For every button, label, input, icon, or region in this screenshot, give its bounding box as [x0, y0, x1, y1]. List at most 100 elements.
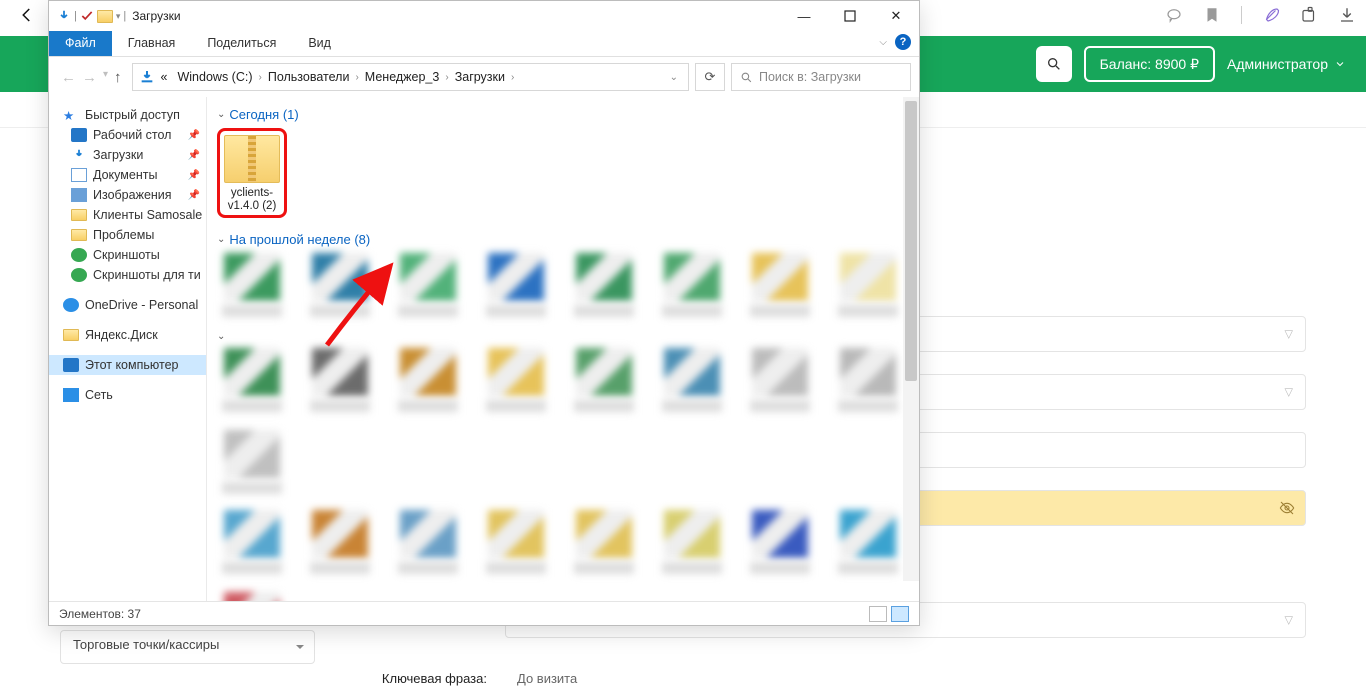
tab-share[interactable]: Поделиться [191, 31, 292, 56]
blurred-file[interactable] [217, 430, 287, 494]
nav-recent-icon[interactable]: ▾ [103, 69, 108, 86]
file-caption: yclients-v1.4.0 (2) [224, 187, 280, 213]
tab-file[interactable]: Файл [49, 31, 112, 56]
minimize-button[interactable]: — [781, 1, 827, 31]
file-zip-highlighted[interactable]: yclients-v1.4.0 (2) [217, 128, 287, 218]
nav-pictures[interactable]: Изображения📌 [49, 185, 206, 205]
close-button[interactable]: ✕ [873, 1, 919, 31]
blurred-file[interactable] [217, 253, 287, 317]
crumb-1[interactable]: Пользователи [264, 70, 354, 84]
blurred-caption [750, 400, 810, 412]
nav-documents[interactable]: Документы📌 [49, 165, 206, 185]
downloads-icon [71, 148, 87, 162]
nav-downloads[interactable]: Загрузки📌 [49, 145, 206, 165]
qat-sep2: | [123, 10, 126, 22]
blurred-file[interactable] [217, 592, 287, 601]
blurred-file[interactable] [393, 510, 463, 574]
view-thumbnails-button[interactable] [891, 606, 909, 622]
blurred-files-row [217, 253, 915, 327]
blurred-file[interactable] [833, 253, 903, 317]
blurred-thumbnail [224, 592, 280, 601]
blurred-file[interactable] [393, 348, 463, 412]
nav-network[interactable]: Сеть [49, 385, 206, 405]
nav-screenshots[interactable]: Скриншоты [49, 245, 206, 265]
nav-yadisk[interactable]: Яндекс.Диск [49, 325, 206, 345]
group-collapse[interactable]: ⌄ [217, 327, 915, 348]
addressbar-dropdown-icon[interactable]: ⌄ [670, 72, 682, 83]
maximize-button[interactable] [827, 1, 873, 31]
browser-back-icon[interactable] [18, 6, 36, 24]
nav-onedrive[interactable]: OneDrive - Personal [49, 295, 206, 315]
key-phrase-value[interactable]: До визита [505, 660, 1306, 696]
blurred-file[interactable] [657, 510, 727, 574]
bookmark-icon[interactable] [1203, 6, 1221, 24]
help-icon[interactable]: ? [895, 34, 911, 50]
tab-home[interactable]: Главная [112, 31, 192, 56]
blurred-thumbnail [224, 510, 280, 558]
blurred-file[interactable] [217, 348, 287, 412]
crumb-2[interactable]: Менеджер_3 [361, 70, 444, 84]
blurred-file[interactable] [481, 348, 551, 412]
eye-off-icon[interactable] [1279, 500, 1295, 516]
blurred-file[interactable] [393, 253, 463, 317]
blurred-file[interactable] [745, 510, 815, 574]
blurred-file[interactable] [657, 348, 727, 412]
blurred-file[interactable] [657, 253, 727, 317]
extensions-icon[interactable] [1300, 6, 1318, 24]
scrollbar[interactable] [903, 97, 919, 581]
nav-back-icon[interactable]: ← [61, 69, 76, 86]
nav-this-pc[interactable]: Этот компьютер [49, 355, 206, 375]
blurred-file[interactable] [569, 348, 639, 412]
header-search-button[interactable] [1036, 46, 1072, 82]
group-lastweek[interactable]: ⌄На прошлой неделе (8) [217, 228, 915, 253]
ribbon-collapse-icon[interactable]: ⌵ [879, 37, 887, 48]
qat-dropdown-icon[interactable]: ▾ [116, 11, 121, 22]
crumb-3[interactable]: Загрузки [451, 70, 509, 84]
blurred-file[interactable] [305, 510, 375, 574]
group-today[interactable]: ⌄Сегодня (1) [217, 103, 915, 128]
blurred-file[interactable] [745, 348, 815, 412]
nav-up-icon[interactable]: ↑ [114, 69, 122, 86]
scrollbar-thumb[interactable] [905, 101, 917, 381]
titlebar[interactable]: | ▾ | Загрузки — ✕ [49, 1, 919, 31]
blurred-file[interactable] [217, 510, 287, 574]
blurred-file[interactable] [569, 510, 639, 574]
down-arrow-blue-icon[interactable] [57, 9, 71, 23]
download-icon[interactable] [1338, 6, 1356, 24]
explorer-search[interactable]: Поиск в: Загрузки [731, 63, 911, 91]
address-bar[interactable]: « Windows (C:)› Пользователи› Менеджер_3… [132, 63, 689, 91]
titlebar-left: | ▾ | Загрузки [57, 9, 181, 23]
crumb-0[interactable]: Windows (C:) [173, 70, 256, 84]
nav-quick-access[interactable]: ★Быстрый доступ [49, 105, 206, 125]
crumb-sep: › [445, 72, 448, 83]
blurred-file[interactable] [833, 348, 903, 412]
admin-menu[interactable]: Администратор [1227, 56, 1346, 72]
left-select-points[interactable]: Торговые точки/кассиры [60, 630, 315, 664]
balance-button[interactable]: Баланс: 8900 ₽ [1084, 46, 1215, 82]
blurred-file[interactable] [481, 253, 551, 317]
blurred-file[interactable] [305, 253, 375, 317]
blurred-caption [398, 562, 458, 574]
nav-label: Этот компьютер [85, 358, 178, 372]
nav-forward-icon[interactable]: → [82, 69, 97, 86]
feather-icon[interactable] [1262, 6, 1280, 24]
blurred-file[interactable] [569, 253, 639, 317]
nav-problems[interactable]: Проблемы [49, 225, 206, 245]
view-details-button[interactable] [869, 606, 887, 622]
blurred-caption [838, 562, 898, 574]
nav-label: OneDrive - Personal [85, 298, 198, 312]
folder-icon[interactable] [97, 10, 113, 23]
refresh-button[interactable]: ⟳ [695, 63, 725, 91]
blurred-file[interactable] [481, 510, 551, 574]
nav-desktop[interactable]: Рабочий стол📌 [49, 125, 206, 145]
blurred-file[interactable] [833, 510, 903, 574]
chat-icon[interactable] [1165, 6, 1183, 24]
nav-clients[interactable]: Клиенты Samosale [49, 205, 206, 225]
blurred-file[interactable] [745, 253, 815, 317]
file-pane[interactable]: ⌄Сегодня (1) yclients-v1.4.0 (2) ⌄На про… [207, 97, 919, 601]
tab-view[interactable]: Вид [292, 31, 347, 56]
blurred-file[interactable] [305, 348, 375, 412]
crumb-sep: › [355, 72, 358, 83]
nav-screenshots-ti[interactable]: Скриншоты для ти [49, 265, 206, 285]
check-icon[interactable] [80, 9, 94, 23]
